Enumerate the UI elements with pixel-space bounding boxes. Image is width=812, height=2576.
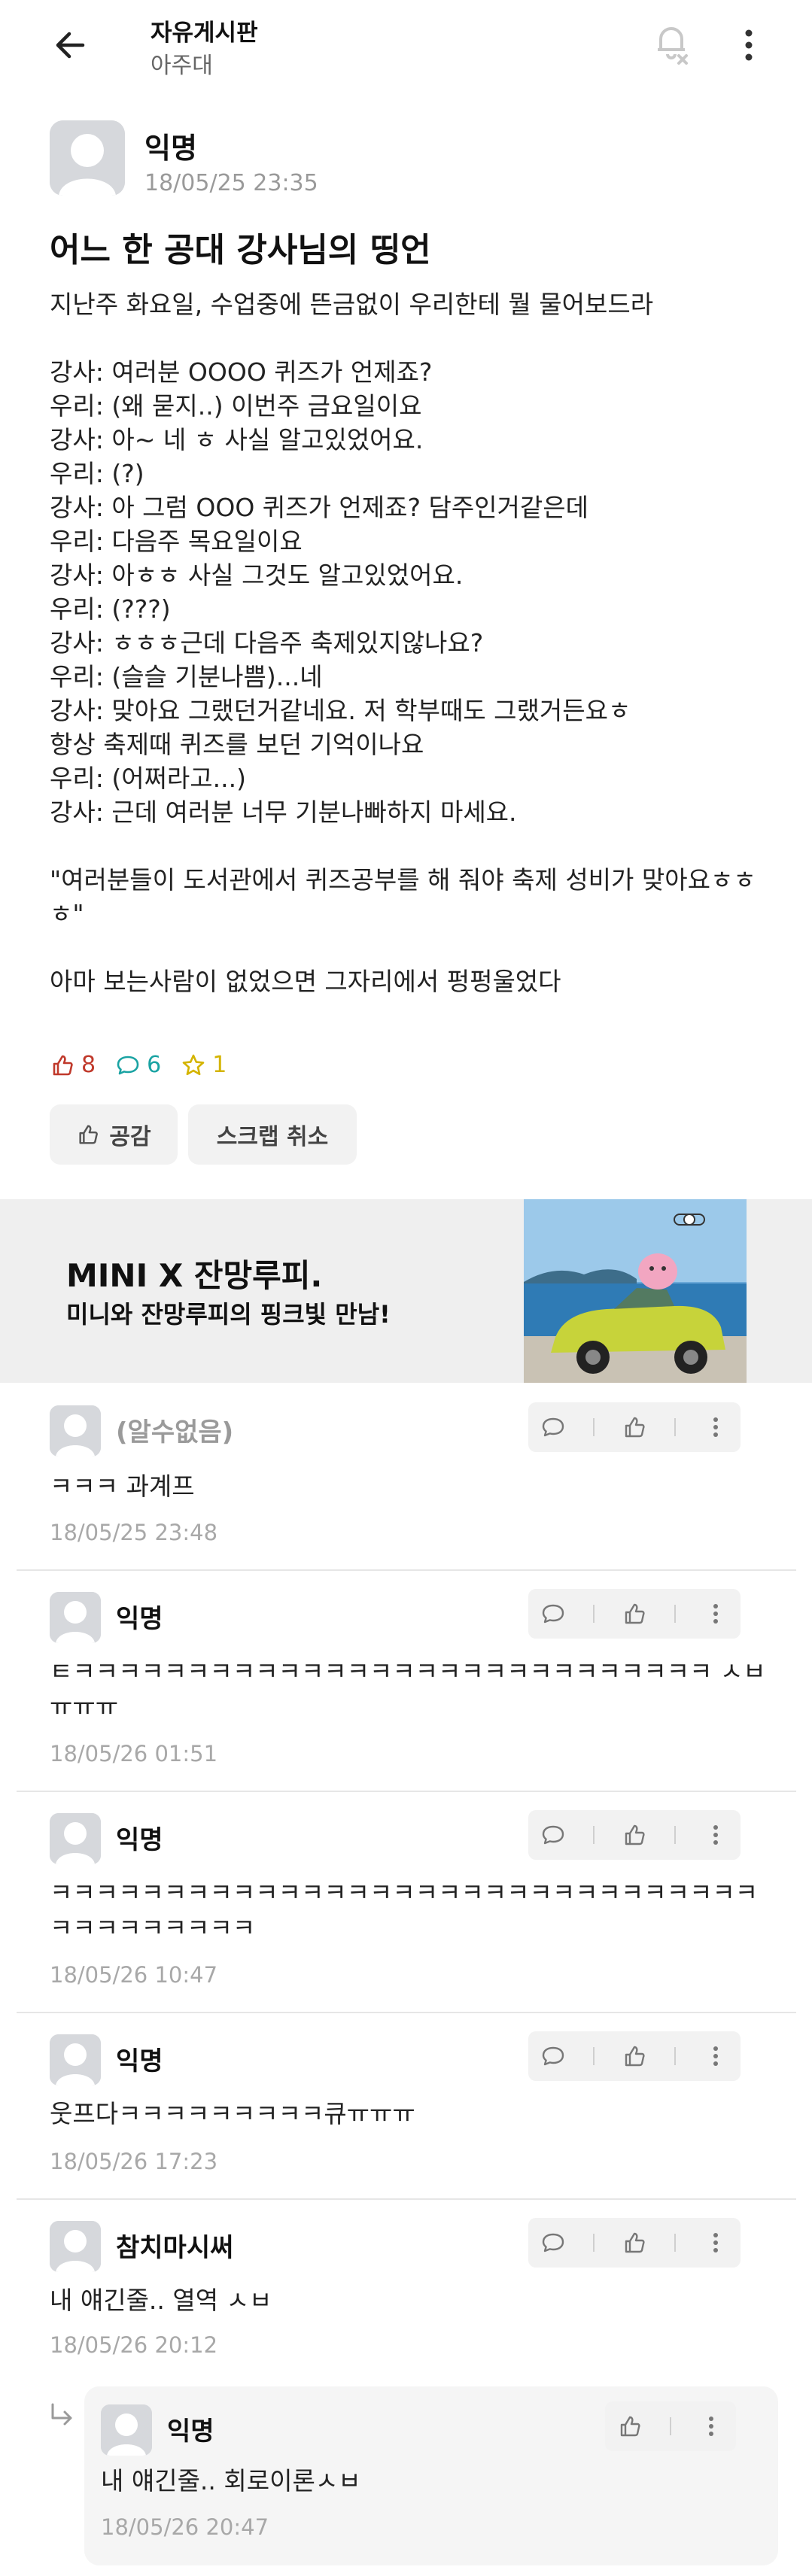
comment-text: ㅌㅋㅋㅋㅋㅋㅋㅋㅋㅋㅋㅋㅋㅋㅋㅋㅋㅋㅋㅋㅋㅋㅋㅋㅋㅋㅋㅋㅋ ㅅㅂ ㅠㅠㅠ — [50, 1657, 766, 1721]
post-stats: 8 6 1 — [50, 1052, 246, 1078]
like-count: 8 — [50, 1052, 96, 1078]
comment-time: 18/05/26 17:23 — [50, 2149, 218, 2174]
thumbs-up-icon[interactable] — [610, 1810, 659, 1860]
comment-actions — [528, 2031, 741, 2081]
reply-icon[interactable] — [528, 1810, 578, 1860]
comment: 익명 ㅌㅋㅋㅋㅋㅋㅋㅋㅋㅋㅋㅋㅋㅋㅋㅋㅋㅋㅋㅋㅋㅋㅋㅋㅋㅋㅋㅋㅋ ㅅㅂ ㅠㅠㅠ … — [17, 1571, 796, 1792]
like-count-value: 8 — [81, 1052, 96, 1078]
divider — [674, 1826, 676, 1844]
reply-arrow-icon — [47, 2400, 77, 2430]
reply-time: 18/05/26 20:47 — [101, 2514, 269, 2540]
thumbs-up-icon[interactable] — [605, 2401, 655, 2451]
thumbs-up-icon — [53, 1055, 73, 1075]
notification-off-icon[interactable] — [647, 18, 695, 66]
divider — [674, 1418, 676, 1436]
post-title: 어느 한 공대 강사님의 띵언 — [50, 231, 431, 269]
comment-count-value: 6 — [147, 1052, 162, 1078]
comment-text: ㅋㅋㅋ 과계프 — [50, 1472, 195, 1501]
scrap-count-value: 1 — [212, 1052, 227, 1078]
avatar — [50, 1813, 101, 1864]
divider — [593, 2234, 595, 2252]
board-title: 자유게시판 — [151, 20, 258, 47]
divider — [593, 2047, 595, 2065]
scrap-count: 1 — [181, 1052, 227, 1078]
comment-time: 18/05/25 23:48 — [50, 1520, 218, 1545]
avatar — [50, 2034, 101, 2085]
avatar — [50, 2221, 101, 2272]
divider — [674, 2047, 676, 2065]
comment-author: 익명 — [116, 1604, 163, 1634]
more-options-icon[interactable] — [691, 1810, 741, 1860]
comment-actions — [528, 2218, 741, 2268]
more-options-icon[interactable] — [737, 23, 760, 68]
reply-text: 내 얘긴줄.. 회로이론ㅅㅂ — [101, 2466, 361, 2496]
reply-icon[interactable] — [528, 2031, 578, 2081]
more-options-icon[interactable] — [686, 2401, 736, 2451]
more-options-icon[interactable] — [691, 1589, 741, 1639]
scrap-cancel-button[interactable]: 스크랩 취소 — [188, 1104, 357, 1165]
post-body: 지난주 화요일, 수업중에 뜬금없이 우리한테 뭘 물어보드라 강사: 여러분 … — [50, 290, 756, 996]
ad-banner[interactable]: MINI X 잔망루피. 미니와 잔망루피의 핑크빛 만남! — [0, 1199, 812, 1383]
more-options-icon[interactable] — [691, 2218, 741, 2268]
comment-text: 내 얘긴줄.. 열역 ㅅㅂ — [50, 2286, 272, 2315]
more-options-icon[interactable] — [691, 1402, 741, 1452]
divider — [593, 1826, 595, 1844]
comment-author: 익명 — [116, 1825, 163, 1855]
ad-subtitle: 미니와 잔망루피의 핑크빛 만남! — [66, 1300, 391, 1329]
comment-count: 6 — [115, 1052, 161, 1078]
comment-actions — [528, 1402, 741, 1452]
comment: 익명 ㅋㅋㅋㅋㅋㅋㅋㅋㅋㅋㅋㅋㅋㅋㅋㅋㅋㅋㅋㅋㅋㅋㅋㅋㅋㅋㅋㅋㅋㅋㅋㅋㅋㅋㅋㅋㅋ… — [17, 1792, 796, 2013]
reply-icon[interactable] — [528, 1402, 578, 1452]
comment-text: 웃프다ㅋㅋㅋㅋㅋㅋㅋㅋㅋ큐ㅠㅠㅠ — [50, 2099, 415, 2128]
post-time: 18/05/25 23:35 — [144, 170, 318, 196]
thumbs-up-icon[interactable] — [610, 2218, 659, 2268]
comment-actions — [528, 1589, 741, 1639]
avatar — [50, 1592, 101, 1643]
speech-bubble-icon — [117, 1056, 139, 1074]
more-options-icon[interactable] — [691, 2031, 741, 2081]
comment-author: 익명 — [116, 2046, 163, 2076]
reply-author: 익명 — [167, 2417, 214, 2447]
ad-title: MINI X 잔망루피. — [66, 1257, 323, 1294]
comment: 익명 웃프다ㅋㅋㅋㅋㅋㅋㅋㅋㅋ큐ㅠㅠㅠ 18/05/26 17:23 — [17, 2013, 796, 2200]
comment-time: 18/05/26 10:47 — [50, 1962, 218, 1988]
divider — [593, 1418, 595, 1436]
comment-text: ㅋㅋㅋㅋㅋㅋㅋㅋㅋㅋㅋㅋㅋㅋㅋㅋㅋㅋㅋㅋㅋㅋㅋㅋㅋㅋㅋㅋㅋㅋㅋㅋㅋㅋㅋㅋㅋㅋㅋㅋ — [50, 1878, 759, 1943]
top-bar: 자유게시판 아주대 — [0, 0, 812, 98]
thumbs-up-icon[interactable] — [610, 1589, 659, 1639]
reply-icon[interactable] — [528, 1589, 578, 1639]
ad-car-image — [524, 1199, 747, 1383]
post-author: 익명 — [144, 132, 197, 165]
divider — [674, 1605, 676, 1623]
back-arrow-icon[interactable] — [50, 23, 95, 68]
divider — [593, 1605, 595, 1623]
divider — [670, 2417, 671, 2435]
avatar — [50, 1405, 101, 1457]
star-icon — [182, 1054, 205, 1075]
comment: 참치마시써 내 얘긴줄.. 열역 ㅅㅂ 18/05/26 20:12 — [17, 2200, 796, 2373]
comment-author: (알수없음) — [116, 1417, 234, 1447]
like-button-label: 공감 — [109, 1124, 151, 1150]
avatar — [101, 2404, 152, 2456]
reply-icon[interactable] — [528, 2218, 578, 2268]
divider — [674, 2234, 676, 2252]
board-school: 아주대 — [151, 53, 213, 79]
avatar — [50, 120, 125, 196]
like-button[interactable]: 공감 — [50, 1104, 178, 1165]
thumbs-up-icon — [79, 1125, 99, 1144]
comment-time: 18/05/26 20:12 — [50, 2332, 218, 2358]
thumbs-up-icon[interactable] — [610, 2031, 659, 2081]
comment-time: 18/05/26 01:51 — [50, 1741, 218, 1766]
comment-actions — [528, 1810, 741, 1860]
thumbs-up-icon[interactable] — [610, 1402, 659, 1452]
comment-author: 참치마시써 — [116, 2233, 234, 2263]
reply-actions — [605, 2401, 736, 2451]
comment: (알수없음) ㅋㅋㅋ 과계프 18/05/25 23:48 — [17, 1384, 796, 1571]
reply-comment: 익명 내 얘긴줄.. 회로이론ㅅㅂ 18/05/26 20:47 — [84, 2386, 778, 2565]
